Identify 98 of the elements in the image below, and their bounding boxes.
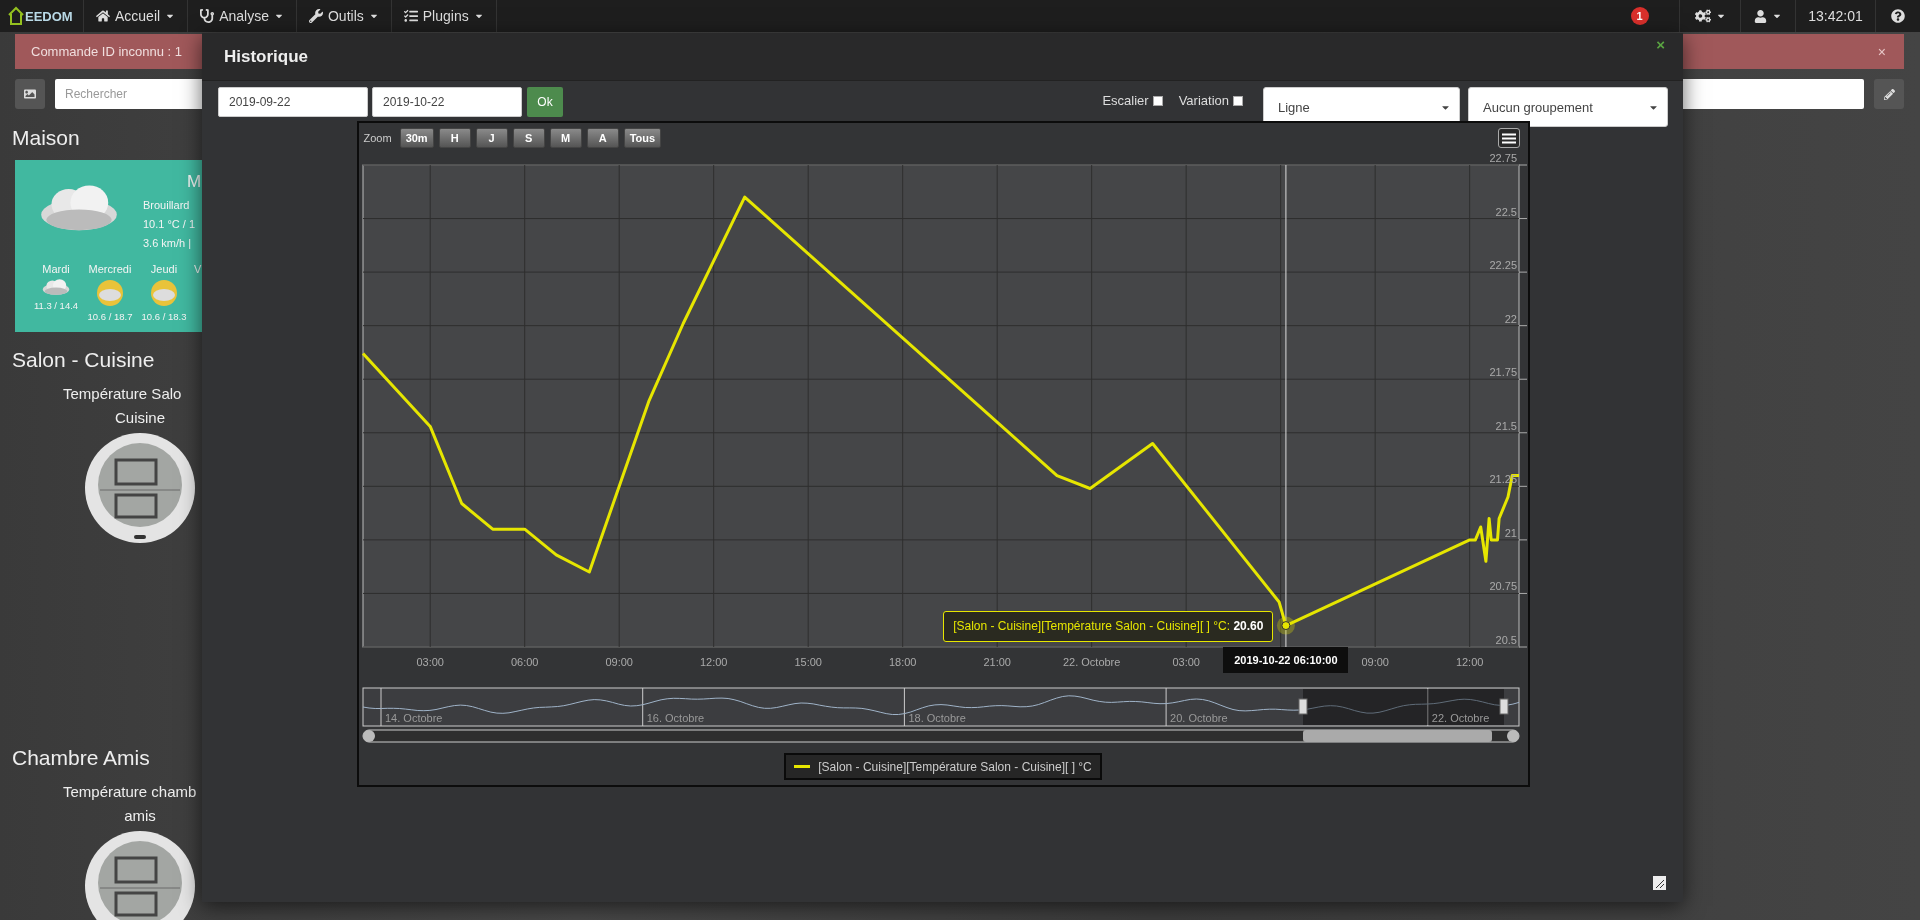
forecast-day: V xyxy=(194,263,202,275)
range-handle[interactable] xyxy=(1298,698,1307,715)
y-axis-label: 22.75 xyxy=(1488,152,1517,164)
y-axis-label: 21.5 xyxy=(1495,419,1517,432)
tooltip: [Salon - Cuisine][Température Salon - Cuisine][ ] °C: 20.60 xyxy=(943,610,1274,642)
menu-icon xyxy=(1501,132,1516,144)
zoom-button[interactable]: H xyxy=(438,128,471,148)
object-title: Salon - Cuisine xyxy=(12,348,156,372)
navigator-date-label: 20. Octobre xyxy=(1169,712,1228,724)
x-axis-label: 12:00 xyxy=(1455,656,1483,668)
forecast-temperature: 11.3 / 14.4 xyxy=(33,299,79,311)
x-axis-label: 18:00 xyxy=(888,656,916,668)
sensor-name: Température chamb xyxy=(62,782,198,802)
zoom-button[interactable]: 30m xyxy=(399,128,434,148)
x-axis-label: 09:00 xyxy=(1360,656,1389,668)
y-axis-label: 22 xyxy=(1504,312,1517,325)
image-button[interactable] xyxy=(15,79,45,109)
object-title: Maison xyxy=(12,126,81,150)
y-axis-label: 21.75 xyxy=(1488,366,1517,379)
zoom-button[interactable]: M xyxy=(549,128,582,148)
image-icon xyxy=(24,88,36,100)
object-title: Chambre Amis xyxy=(12,746,151,770)
x-axis-label: 03:00 xyxy=(1171,656,1200,668)
help-icon xyxy=(1891,9,1905,23)
nav-menu[interactable]: Outils xyxy=(296,0,392,32)
y-axis-label: 22.5 xyxy=(1495,205,1517,218)
navigator-date-label: 14. Octobre xyxy=(384,712,442,724)
clock: 13:42:01 xyxy=(1796,0,1876,32)
close-button[interactable]: × xyxy=(1650,35,1671,54)
zoom-button[interactable]: A xyxy=(586,128,619,148)
user-icon xyxy=(1754,9,1767,23)
stethoscope-icon xyxy=(200,9,215,23)
y-axis-label: 20.5 xyxy=(1495,634,1517,646)
nav-menu[interactable]: Plugins xyxy=(391,0,497,32)
forecast-day: Mercredi xyxy=(88,263,132,275)
resize-handle-icon[interactable] xyxy=(1653,876,1666,890)
navigator-date-label: 18. Octobre xyxy=(907,712,966,724)
temperature-text: 10.1 °C / 1 xyxy=(143,218,197,230)
zoom-label: Zoom xyxy=(363,132,392,144)
x-axis-label: 09:00 xyxy=(604,656,633,668)
home-icon xyxy=(96,9,110,23)
notification-badge[interactable]: 1 xyxy=(1630,7,1649,25)
nav-menu[interactable]: Analyse xyxy=(188,0,297,32)
settings-icon xyxy=(1694,8,1711,24)
sun-cloud-icon xyxy=(149,278,179,308)
sensor-name: amis xyxy=(123,806,157,826)
x-axis-label: 06:00 xyxy=(510,656,538,668)
sun-cloud-icon xyxy=(95,278,125,308)
scroll-right-button[interactable] xyxy=(1506,730,1519,742)
forecast-day: Mardi xyxy=(42,263,70,275)
alert-message: Commande ID inconnu : 1 xyxy=(31,44,183,59)
annotation: [Salon - Cuisine][Température Salon - Cuisine][ ] °C: 20.60 xyxy=(953,619,1264,634)
checkbox[interactable] xyxy=(1152,95,1163,106)
y-axis-label: 21 xyxy=(1504,526,1517,539)
option-label: Variation xyxy=(1178,93,1229,108)
ok-button[interactable]: Ok xyxy=(527,87,563,117)
sensor-name: Température Salo xyxy=(62,384,183,404)
x-axis-label: 21:00 xyxy=(982,656,1011,668)
dialog-title: Historique xyxy=(224,46,309,67)
range-handle[interactable] xyxy=(1499,698,1508,715)
dropdown[interactable]: Aucun groupement xyxy=(1468,87,1668,127)
edit-button[interactable] xyxy=(1874,79,1904,109)
zoom-button[interactable]: Tous xyxy=(623,128,662,148)
navigator-date-label: 22. Octobre xyxy=(1431,712,1489,724)
forecast-temperature: 10.6 / 18.7 xyxy=(87,311,133,322)
navigator-date-label: 16. Octobre xyxy=(646,712,704,724)
forecast-day: Jeudi xyxy=(150,263,178,275)
scroll-left-button[interactable] xyxy=(362,730,375,742)
option-label: Escalier xyxy=(1102,93,1149,108)
cloud-icon xyxy=(41,278,71,297)
crosshair-label: 2019-10-22 06:10:00 xyxy=(1223,647,1349,673)
legend-label: [Salon - Cuisine][Température Salon - Cuisine][ ] °C xyxy=(818,759,1092,774)
wind-text: 3.6 km/h | xyxy=(143,237,193,249)
legend[interactable]: [Salon - Cuisine][Température Salon - Cuisine][ ] °C xyxy=(784,753,1102,780)
sensor-name: Cuisine xyxy=(114,408,166,428)
x-axis-label: 22. Octobre xyxy=(1062,656,1120,668)
x-axis-label: 12:00 xyxy=(699,656,727,668)
checklist-icon xyxy=(403,9,418,23)
end-date-field[interactable]: 2019-10-22 xyxy=(372,87,522,117)
scrollbar-thumb[interactable] xyxy=(1302,730,1492,742)
forecast-temperature: 10.6 / 18.3 xyxy=(141,311,187,322)
pencil-icon xyxy=(1883,88,1895,100)
y-axis-label: 22.25 xyxy=(1488,259,1517,272)
y-axis-label: 20.75 xyxy=(1488,580,1517,593)
city-name: M xyxy=(187,172,203,192)
nav-menu[interactable]: Accueil xyxy=(84,0,189,32)
menu-button[interactable] xyxy=(1497,128,1520,148)
zoom-button[interactable]: S xyxy=(512,128,545,148)
logo-text: EEDOM xyxy=(25,8,73,24)
weather-condition: Brouillard xyxy=(143,199,191,211)
wrench-icon xyxy=(308,9,323,23)
house-logo-icon xyxy=(8,6,24,26)
x-axis-label: 03:00 xyxy=(415,656,444,668)
zoom-button[interactable]: J xyxy=(475,128,508,148)
checkbox[interactable] xyxy=(1233,95,1243,106)
close-button[interactable]: × xyxy=(1871,42,1892,61)
start-date-field[interactable]: 2019-09-22 xyxy=(218,87,368,117)
x-axis-label: 15:00 xyxy=(793,656,822,668)
